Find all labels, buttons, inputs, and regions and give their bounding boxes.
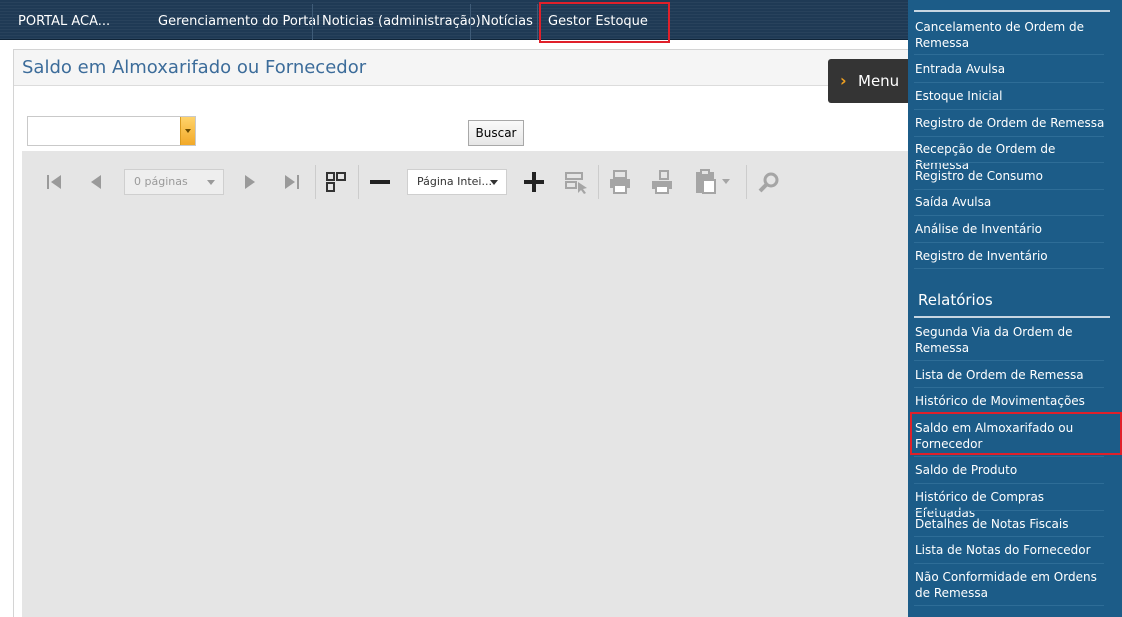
chevron-down-icon xyxy=(490,180,498,185)
sidebar-divider xyxy=(914,360,1104,361)
sidebar-divider xyxy=(914,456,1104,457)
print-page-icon[interactable] xyxy=(646,167,678,197)
sidebar-item-registro-ordem-remessa[interactable]: Registro de Ordem de Remessa xyxy=(915,115,1105,131)
right-sidebar-menu: Cancelamento de Ordem de Remessa Entrada… xyxy=(908,0,1122,617)
toolbar-separator xyxy=(746,165,747,199)
sidebar-item-detalhes-notas-fiscais[interactable]: Detalhes de Notas Fiscais xyxy=(915,516,1105,532)
sidebar-item-registro-inventario[interactable]: Registro de Inventário xyxy=(915,248,1105,264)
sidebar-item-analise-inventario[interactable]: Análise de Inventário xyxy=(915,221,1105,237)
sidebar-item-registro-consumo[interactable]: Registro de Consumo xyxy=(915,168,1105,184)
sidebar-divider xyxy=(914,189,1104,190)
search-icon[interactable] xyxy=(753,167,785,197)
nav-gerenciamento-do-portal[interactable]: Gerenciamento do Portal xyxy=(148,4,330,40)
sidebar-item-nao-conformidade-ordens[interactable]: Não Conformidade em Ordens de Remessa xyxy=(915,569,1105,601)
reports-heading: Relatórios xyxy=(918,291,993,309)
sidebar-divider xyxy=(914,162,1104,163)
last-page-icon[interactable] xyxy=(278,167,306,197)
nav-noticias[interactable]: Notícias xyxy=(471,4,543,40)
portal-brand[interactable]: PORTAL ACA... xyxy=(18,0,110,40)
sidebar-divider xyxy=(914,54,1104,55)
highlight-fields-icon[interactable] xyxy=(560,167,592,197)
sidebar-item-saldo-almoxarifado-fornecedor[interactable]: Saldo em Almoxarifado ou Fornecedor xyxy=(915,420,1105,452)
sidebar-divider xyxy=(914,268,1104,269)
sidebar-item-saldo-produto[interactable]: Saldo de Produto xyxy=(915,462,1105,478)
toolbar-separator xyxy=(315,165,316,199)
sidebar-divider xyxy=(914,483,1104,484)
top-navigation-bar: PORTAL ACA... Gerenciamento do Portal No… xyxy=(0,0,908,40)
next-page-icon[interactable] xyxy=(236,167,264,197)
sidebar-item-historico-movimentacoes[interactable]: Histórico de Movimentações xyxy=(915,393,1105,409)
sidebar-item-segunda-via-ordem-remessa[interactable]: Segunda Via da Ordem de Remessa xyxy=(915,324,1105,356)
menu-toggle-button[interactable]: › Menu xyxy=(828,59,908,103)
page-title: Saldo em Almoxarifado ou Fornecedor xyxy=(22,57,367,78)
sidebar-divider xyxy=(914,242,1104,243)
combobox-dropdown-arrow[interactable] xyxy=(180,117,195,145)
page-count-value: 0 páginas xyxy=(134,175,188,188)
report-viewer: 0 páginas Página Intei... xyxy=(22,151,908,617)
toolbar-separator xyxy=(598,165,599,199)
search-button[interactable]: Buscar xyxy=(468,120,524,146)
sidebar-divider xyxy=(914,387,1104,388)
sidebar-divider xyxy=(914,605,1104,606)
sidebar-divider xyxy=(914,136,1104,137)
first-page-icon[interactable] xyxy=(40,167,68,197)
chevron-down-icon xyxy=(207,180,215,185)
sidebar-divider xyxy=(914,82,1104,83)
sidebar-divider xyxy=(914,215,1104,216)
section-rule xyxy=(914,10,1110,12)
sidebar-item-entrada-avulsa[interactable]: Entrada Avulsa xyxy=(915,61,1105,77)
zoom-out-icon[interactable] xyxy=(365,167,395,197)
sidebar-divider xyxy=(914,536,1104,537)
zoom-select[interactable]: Página Intei... xyxy=(407,169,507,195)
zoom-in-icon[interactable] xyxy=(519,167,549,197)
previous-page-icon[interactable] xyxy=(82,167,110,197)
sidebar-item-cancelamento-ordem-remessa[interactable]: Cancelamento de Ordem de Remessa xyxy=(915,19,1105,51)
multipage-view-icon[interactable] xyxy=(321,167,351,197)
sidebar-item-lista-notas-fornecedor[interactable]: Lista de Notas do Fornecedor xyxy=(915,542,1105,558)
print-icon[interactable] xyxy=(604,167,636,197)
sidebar-divider xyxy=(914,413,1104,414)
sidebar-divider xyxy=(914,109,1104,110)
panel-header: Saldo em Almoxarifado ou Fornecedor xyxy=(14,50,908,86)
chevron-right-icon: › xyxy=(840,71,847,90)
sidebar-item-estoque-inicial[interactable]: Estoque Inicial xyxy=(915,88,1105,104)
menu-label: Menu xyxy=(858,72,900,90)
nav-gestor-estoque[interactable]: Gestor Estoque xyxy=(538,4,658,40)
export-icon[interactable] xyxy=(690,167,736,197)
toolbar-separator xyxy=(358,165,359,199)
nav-noticias-admin[interactable]: Noticias (administração) xyxy=(312,4,491,40)
filter-combobox[interactable] xyxy=(27,116,196,146)
zoom-value: Página Intei... xyxy=(417,175,492,188)
page-count-select[interactable]: 0 páginas xyxy=(124,169,224,195)
sidebar-divider xyxy=(914,510,1104,511)
sidebar-item-saida-avulsa[interactable]: Saída Avulsa xyxy=(915,194,1105,210)
section-rule xyxy=(914,316,1110,318)
sidebar-divider xyxy=(914,563,1104,564)
sidebar-item-lista-ordem-remessa[interactable]: Lista de Ordem de Remessa xyxy=(915,367,1105,383)
